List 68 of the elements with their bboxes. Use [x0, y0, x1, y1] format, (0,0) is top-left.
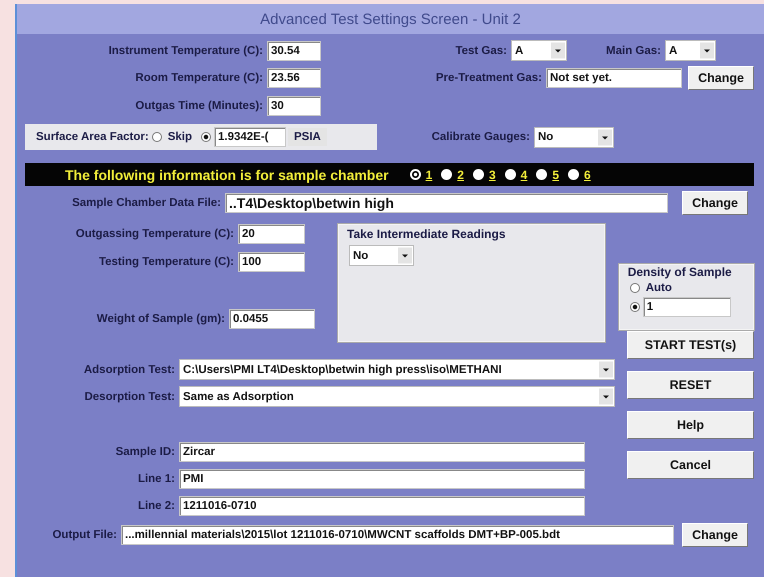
field-label: Line 2:: [136, 500, 176, 512]
field-label: Weight of Sample (gm):: [96, 313, 226, 325]
caret-icon: [398, 247, 412, 264]
caret-icon: [700, 42, 714, 59]
input-field[interactable]: 23.56: [267, 68, 321, 88]
caret-icon: [598, 128, 612, 146]
caret-icon: [599, 388, 613, 405]
action-button[interactable]: Cancel: [627, 451, 754, 479]
dropdown[interactable]: No: [349, 245, 414, 266]
chamber-radio[interactable]: 4: [504, 168, 528, 182]
field-label: Test Gas:: [454, 44, 508, 56]
input-field[interactable]: 1211016-0710: [179, 496, 585, 516]
group-title: Take Intermediate Readings: [346, 227, 506, 241]
field-label: Sample ID:: [114, 446, 176, 458]
field-label: Output File:: [51, 529, 118, 541]
radio-button[interactable]: [152, 132, 162, 142]
dropdown[interactable]: C:\Users\PMI LT4\Desktop\betwin high press\iso\METHANI: [179, 359, 615, 380]
chamber-radio[interactable]: 3: [472, 168, 496, 182]
field-label: Testing Temperature (C):: [98, 256, 235, 268]
field-label: Outgas Time (Minutes):: [134, 100, 264, 112]
field-label: Sample Chamber Data File:: [71, 197, 222, 209]
input-field[interactable]: 30.54: [267, 40, 321, 60]
input-field[interactable]: 30: [267, 96, 321, 116]
chamber-radio[interactable]: 5: [536, 168, 560, 182]
chamber-radio[interactable]: 6: [568, 168, 591, 182]
action-button[interactable]: START TEST(s): [627, 331, 754, 359]
input-field[interactable]: ...millennial materials\2015\lot 1211016-0710\MWCNT scaffolds DMT+BP-005.bdt: [121, 525, 674, 545]
field-label: Main Gas:: [605, 44, 662, 56]
radio-button[interactable]: [630, 302, 640, 312]
change-button[interactable]: Change: [682, 191, 748, 215]
input-field[interactable]: 1.9342E-(: [214, 127, 286, 147]
chamber-radio[interactable]: 1: [410, 168, 432, 182]
dropdown[interactable]: Same as Adsorption: [179, 386, 615, 407]
field-label: Pre-Treatment Gas:: [434, 72, 543, 84]
radio-button[interactable]: [630, 283, 640, 293]
input-field[interactable]: 0.0455: [229, 309, 315, 329]
field-label: Room Temperature (C):: [134, 72, 264, 84]
group-title: Density of Sample: [626, 265, 733, 279]
action-button[interactable]: RESET: [627, 371, 754, 399]
caret-icon: [551, 42, 565, 59]
caret-icon: [599, 361, 613, 378]
input-field[interactable]: PMI: [179, 469, 585, 489]
change-button[interactable]: Change: [688, 66, 754, 90]
chamber-radio[interactable]: 2: [441, 168, 464, 182]
input-field[interactable]: 20: [238, 224, 305, 244]
field-label: Instrument Temperature (C):: [108, 44, 264, 56]
input-field[interactable]: Not set yet.: [546, 68, 682, 88]
field-label: Outgassing Temperature (C):: [74, 228, 235, 240]
field-label: Surface Area Factor:: [35, 131, 150, 143]
dropdown[interactable]: A: [511, 40, 567, 61]
unit-label: PSIA: [288, 128, 327, 146]
radio-label: Auto: [644, 282, 673, 294]
band-text: The following information is for sample chamber: [65, 166, 389, 182]
input-field[interactable]: 1: [642, 297, 731, 317]
radio-label: Skip: [166, 131, 193, 143]
field-label: Line 1:: [136, 473, 176, 485]
action-button[interactable]: Help: [627, 411, 754, 439]
input-field[interactable]: Zircar: [179, 442, 585, 462]
dropdown[interactable]: No: [534, 126, 614, 148]
dropdown[interactable]: A: [665, 40, 716, 61]
field-label: Desorption Test:: [83, 390, 176, 402]
field-label: Adsorption Test:: [82, 364, 176, 376]
input-field[interactable]: ..T4\Desktop\betwin high: [225, 193, 668, 213]
radio-button[interactable]: [201, 132, 211, 142]
window-title: Advanced Test Settings Screen - Unit 2: [260, 10, 521, 28]
field-label: Calibrate Gauges:: [430, 131, 531, 143]
change-button[interactable]: Change: [682, 523, 748, 547]
input-field[interactable]: 100: [238, 252, 305, 272]
